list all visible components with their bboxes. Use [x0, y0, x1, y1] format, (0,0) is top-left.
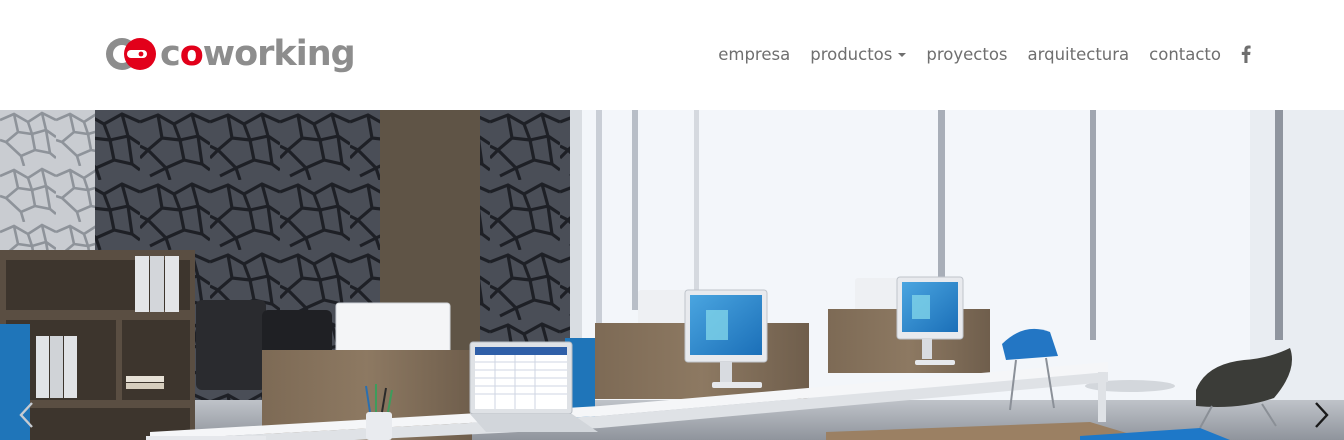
nav-label: arquitectura: [1027, 44, 1130, 64]
nav-item-empresa[interactable]: empresa: [718, 45, 790, 64]
nav-label: productos: [810, 44, 893, 64]
office-photo: [0, 110, 1344, 440]
facebook-icon[interactable]: [1241, 45, 1251, 63]
nav-item-productos[interactable]: productos: [810, 44, 907, 64]
logo[interactable]: coworking: [105, 33, 356, 75]
nav-label: proyectos: [926, 44, 1008, 64]
nav-item-arquitectura[interactable]: arquitectura: [1028, 45, 1130, 64]
coworking-logo-icon: [106, 38, 156, 70]
nav-label: empresa: [718, 44, 791, 64]
nav-label: contacto: [1149, 44, 1221, 64]
logo-wordmark: coworking: [160, 34, 356, 74]
caret-down-icon: [898, 53, 907, 57]
chevron-right-icon[interactable]: [1310, 400, 1334, 430]
nav-item-proyectos[interactable]: proyectos: [926, 45, 1007, 64]
chevron-left-icon[interactable]: [14, 400, 38, 430]
hero-carousel: [0, 110, 1344, 440]
main-nav: empresa productos proyectos arquitectura…: [718, 40, 1251, 68]
site-header: coworking empresa productos proyectos ar…: [0, 0, 1344, 110]
nav-item-contacto[interactable]: contacto: [1149, 45, 1221, 64]
